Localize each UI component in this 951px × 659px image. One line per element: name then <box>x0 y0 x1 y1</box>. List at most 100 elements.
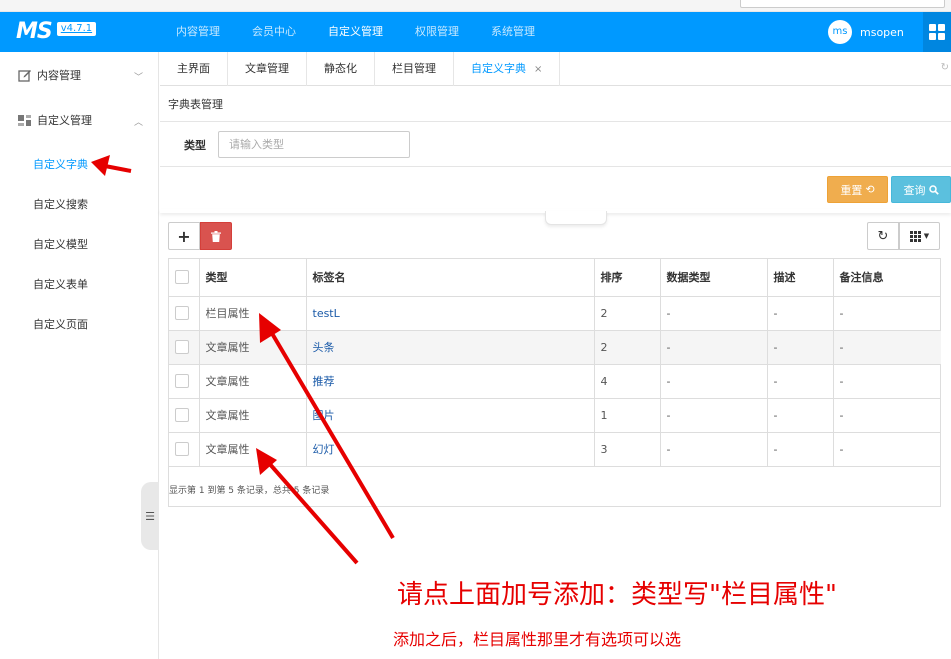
row-checkbox[interactable] <box>175 374 189 388</box>
table-row: 栏目属性 testL 2 - - - <box>169 296 941 331</box>
dictionary-table: 类型 标签名 排序 数据类型 描述 备注信息 栏目属性 testL 2 - - … <box>168 258 941 507</box>
divider <box>160 166 951 167</box>
sidebar-group-label: 自定义管理 <box>37 114 92 127</box>
tab-label: 栏目管理 <box>392 62 436 75</box>
tab-home[interactable]: 主界面 <box>160 52 228 86</box>
column-header[interactable]: 数据类型 <box>660 259 768 297</box>
column-header[interactable]: 排序 <box>594 259 661 297</box>
browser-strip <box>0 0 951 12</box>
type-field-label: 类型 <box>184 139 206 152</box>
browser-address-box[interactable] <box>740 0 945 8</box>
sidebar-group-content[interactable]: 内容管理 ﹀ <box>0 53 159 97</box>
delete-button[interactable] <box>200 222 232 250</box>
pagination-info: 显示第 1 到第 5 条记录，总共 5 条记录 <box>169 486 330 496</box>
sidebar-group-custom[interactable]: 自定义管理 ︿ <box>0 98 159 142</box>
cell-datatype: - <box>660 398 768 433</box>
plus-icon: + <box>177 226 191 246</box>
page-tabs: 主界面 文章管理 静态化 栏目管理 自定义字典 × ↻ <box>160 52 951 86</box>
cell-sort: 1 <box>594 398 661 433</box>
columns-toggle-button[interactable]: ▼ <box>899 222 940 250</box>
row-select-cell[interactable] <box>169 432 200 467</box>
sidebar-item-page[interactable]: 自定义页面 <box>33 316 88 332</box>
tab-label: 静态化 <box>324 62 357 75</box>
cell-description: - <box>767 330 834 365</box>
cell-datatype: - <box>660 296 768 331</box>
top-menu: 内容管理 会员中心 自定义管理 权限管理 系统管理 <box>160 12 551 52</box>
cell-sort: 2 <box>594 330 661 365</box>
sidebar-item-search[interactable]: 自定义搜索 <box>33 196 88 212</box>
cell-label-link[interactable]: testL <box>306 296 595 331</box>
tab-label: 自定义字典 <box>471 62 526 75</box>
column-header[interactable]: 类型 <box>199 259 307 297</box>
modules-icon <box>18 115 31 126</box>
trash-icon <box>211 230 221 242</box>
table-row: 文章属性 图片 1 - - - <box>169 398 941 433</box>
row-checkbox[interactable] <box>175 340 189 354</box>
reset-label: 重置 <box>840 183 863 197</box>
row-select-cell[interactable] <box>169 330 200 365</box>
tabs-refresh-icon[interactable]: ↻ <box>941 62 949 73</box>
topnav-item[interactable]: 内容管理 <box>160 12 236 52</box>
cell-label-link[interactable]: 推荐 <box>306 364 595 399</box>
reset-icon: ⟲ <box>865 183 875 196</box>
cell-sort: 2 <box>594 296 661 331</box>
cell-description: - <box>767 296 834 331</box>
columns-grid-icon <box>909 230 921 242</box>
sidebar-item-model[interactable]: 自定义模型 <box>33 236 88 252</box>
apps-grid-button[interactable] <box>923 12 951 52</box>
tab-static[interactable]: 静态化 <box>307 52 375 86</box>
row-checkbox[interactable] <box>175 408 189 422</box>
search-collapse-handle[interactable] <box>545 211 607 225</box>
topnav-item[interactable]: 会员中心 <box>236 12 312 52</box>
row-select-cell[interactable] <box>169 398 200 433</box>
cell-label-link[interactable]: 幻灯 <box>306 432 595 467</box>
cell-type: 文章属性 <box>199 432 307 467</box>
tab-categories[interactable]: 栏目管理 <box>375 52 454 86</box>
avatar: ms <box>828 20 852 44</box>
topnav-item[interactable]: 权限管理 <box>399 12 475 52</box>
cell-remarks: - <box>833 364 941 399</box>
reset-button[interactable]: 重置 ⟲ <box>827 176 888 203</box>
divider <box>160 121 951 122</box>
select-all-checkbox[interactable] <box>175 270 189 285</box>
cell-description: - <box>767 364 834 399</box>
topnav-item[interactable]: 系统管理 <box>475 12 551 52</box>
app-logo[interactable]: MS v4.7.1 <box>16 19 97 45</box>
search-icon <box>928 184 939 195</box>
type-search-input[interactable] <box>218 131 410 158</box>
tab-articles[interactable]: 文章管理 <box>228 52 307 86</box>
refresh-button[interactable]: ↻ <box>867 222 899 250</box>
top-navbar: MS v4.7.1 内容管理 会员中心 自定义管理 权限管理 系统管理 ms m… <box>0 12 951 52</box>
sidebar-collapse-toggle[interactable]: ☰ <box>141 482 159 550</box>
row-select-cell[interactable] <box>169 296 200 331</box>
close-icon[interactable]: × <box>534 64 542 75</box>
grid-icon <box>929 24 945 40</box>
cell-remarks: - <box>833 398 941 433</box>
add-button[interactable]: + <box>168 222 200 250</box>
tab-label: 文章管理 <box>245 62 289 75</box>
cell-description: - <box>767 432 834 467</box>
select-all-cell[interactable] <box>169 259 200 297</box>
logo-text: MS <box>16 19 53 44</box>
cell-label-link[interactable]: 头条 <box>306 330 595 365</box>
cell-label-link[interactable]: 图片 <box>306 398 595 433</box>
row-select-cell[interactable] <box>169 364 200 399</box>
sidebar-group-label: 内容管理 <box>37 69 81 82</box>
sidebar: 内容管理 ﹀ 自定义管理 ︿ 自定义字典 自定义搜索 自定义模型 自定义表单 自… <box>0 52 159 659</box>
tab-dictionary[interactable]: 自定义字典 × <box>454 52 561 86</box>
topnav-item-active[interactable]: 自定义管理 <box>312 12 399 52</box>
sidebar-item-dictionary[interactable]: 自定义字典 <box>33 156 88 172</box>
column-header[interactable]: 备注信息 <box>833 259 941 297</box>
sidebar-item-form[interactable]: 自定义表单 <box>33 276 88 292</box>
row-checkbox[interactable] <box>175 442 189 456</box>
user-menu[interactable]: ms msopen <box>828 20 904 44</box>
table-row: 文章属性 头条 2 - - - <box>169 330 941 365</box>
column-header[interactable]: 标签名 <box>306 259 595 297</box>
column-header[interactable]: 描述 <box>767 259 834 297</box>
table-row: 文章属性 幻灯 3 - - - <box>169 432 941 467</box>
annotation-note: 添加之后，栏目属性那里才有选项可以选 <box>393 630 682 649</box>
cell-type: 栏目属性 <box>199 296 307 331</box>
row-checkbox[interactable] <box>175 306 189 320</box>
user-name: msopen <box>860 25 904 39</box>
query-button[interactable]: 查询 <box>891 176 951 203</box>
